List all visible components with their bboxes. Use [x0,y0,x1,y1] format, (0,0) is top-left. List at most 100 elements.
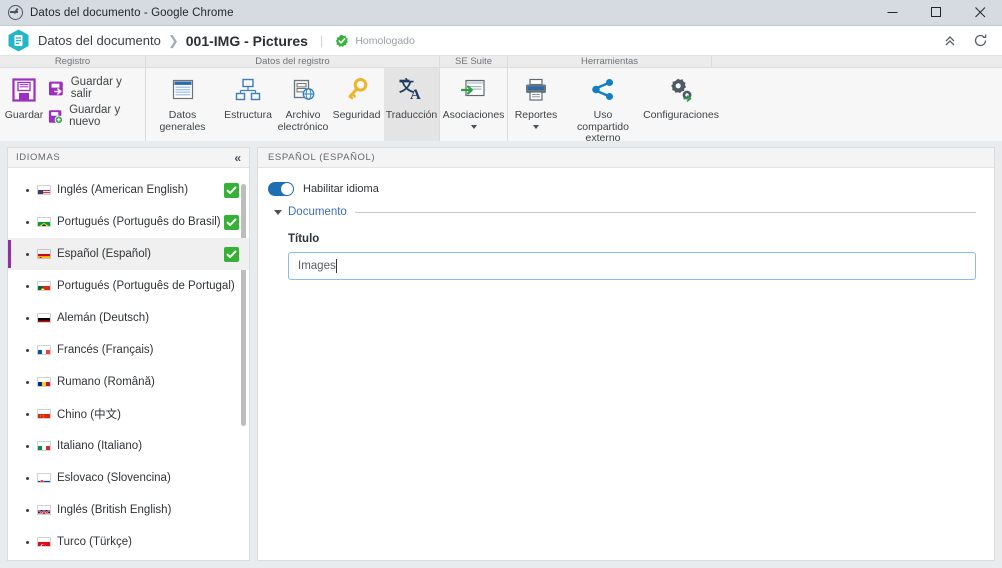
languages-sidebar: IDIOMAS « Inglés (American English) Portu… [7,147,250,561]
sidebar-item-4[interactable]: Alemán (Deutsch) [8,302,249,334]
sidebar-item-8[interactable]: Italiano (Italiano) [8,430,249,462]
panel-header: ESPAÑOL (ESPAÑOL) [258,148,994,168]
sidebar-item-1[interactable]: Portugués (Português do Brasil) [8,206,249,238]
sidebar-item-label: Alemán (Deutsch) [57,312,150,324]
language-list: Inglés (American English) Portugués (Port… [8,168,249,560]
sidebar-item-label: Turco (Türkçe) [57,536,132,548]
minimize-button[interactable] [870,0,914,26]
sidebar-item-11[interactable]: Turco (Türkçe) [8,526,249,558]
flag-us-icon [37,185,51,195]
uso-compartido-externo-label: Uso compartido externo [577,109,629,144]
flag-sk-icon [37,473,51,483]
hierarchy-icon [234,73,262,107]
tab-datos-generales[interactable]: Datos generales [146,68,219,145]
caret-down-icon[interactable] [274,209,282,215]
document-hexagon-icon [8,29,29,52]
header-actions [943,33,992,48]
bullet-icon [26,540,29,544]
enable-language-toggle[interactable] [268,182,294,196]
ribbon-body: Guardar Guardar y salir Guardar y nuevo … [0,68,1002,145]
chevron-down-icon[interactable] [533,124,539,129]
maximize-button[interactable] [914,0,958,26]
configuraciones-label: Configuraciones [643,109,719,121]
check-icon[interactable] [224,214,239,230]
bullet-icon [26,380,29,384]
tab-archivo-electronico-label: Archivo electrónico [277,109,329,133]
flag-de-icon [37,313,51,323]
sidebar-item-7[interactable]: Chino (中文) [8,398,249,430]
documento-section-header[interactable]: Documento [274,206,980,218]
window-form-icon [169,73,197,107]
titulo-input[interactable] [288,252,976,280]
sidebar-item-9[interactable]: Eslovaco (Slovencina) [8,462,249,494]
toggle-knob [281,183,293,195]
breadcrumb-separator-icon: ❯ [167,32,179,48]
tab-estructura-label: Estructura [224,109,272,121]
save-and-new-button[interactable]: Guardar y nuevo [48,104,145,128]
reportes-button[interactable]: Reportes [508,68,564,145]
gear-check-green-icon [336,34,349,47]
sidebar-item-label: Italiano (Italiano) [57,440,143,452]
check-icon[interactable] [224,246,239,262]
bullet-icon [26,444,29,448]
tab-traduccion[interactable]: 文 A Traducción [384,68,439,145]
sidebar-item-5[interactable]: Francés (Français) [8,334,249,366]
save-button[interactable]: Guardar [0,68,48,145]
tab-seguridad-label: Seguridad [332,109,381,121]
documento-section-title[interactable]: Documento [288,206,347,218]
save-exit-icon [48,81,63,95]
sidebar-item-2[interactable]: Español (Español) [8,238,249,270]
flag-es-icon [37,249,51,259]
ribbon-toolbar: Registro Datos del registro SE Suite Her… [0,56,1002,145]
sidebar-item-label: Francés (Français) [57,344,154,356]
documento-section: Documento Título [274,206,980,280]
sidebar-title: IDIOMAS [16,152,61,163]
sidebar-item-label: Rumano (Română) [57,376,155,388]
section-divider [354,211,976,213]
ribbon-group-headers: Registro Datos del registro SE Suite Her… [0,56,1002,68]
chrome-icon [8,5,23,20]
asociaciones-button[interactable]: Asociaciones [440,68,507,145]
bullet-icon [26,188,29,192]
sidebar-item-3[interactable]: Portugués (Português de Portugal) [8,270,249,302]
browser-window: Datos del documento - Google Chrome Dato… [0,0,1002,568]
bullet-icon [26,316,29,320]
sidebar-item-6[interactable]: Rumano (Română) [8,366,249,398]
bullet-icon [26,412,29,416]
content-area: IDIOMAS « Inglés (American English) Portu… [0,141,1002,568]
chevron-double-left-icon[interactable]: « [234,152,241,164]
configuraciones-button[interactable]: Configuraciones [642,68,720,145]
sidebar-item-label: Inglés (British English) [57,504,172,516]
tab-estructura[interactable]: Estructura [219,68,277,145]
close-button[interactable] [958,0,1002,26]
save-and-exit-label: Guardar y salir [70,76,122,100]
panel-title: ESPAÑOL (ESPAÑOL) [268,152,376,163]
ribbon-group-header-datos: Datos del registro [146,56,440,67]
sidebar-item-10[interactable]: Inglés (British English) [8,494,249,526]
floppy-disk-icon [10,73,38,107]
breadcrumb-root[interactable]: Datos del documento [38,33,161,48]
sidebar-item-label: Portugués (Português do Brasil) [57,216,221,228]
sidebar-item-label: Español (Español) [57,248,151,260]
tab-seguridad[interactable]: Seguridad [329,68,384,145]
save-and-exit-button[interactable]: Guardar y salir [48,76,145,100]
printer-icon [522,73,550,107]
check-icon[interactable] [224,182,239,198]
sidebar-header: IDIOMAS « [8,148,249,168]
chevron-down-icon[interactable] [470,124,477,129]
bullet-icon [26,476,29,480]
refresh-icon[interactable] [973,33,988,48]
window-controls [870,0,1002,26]
flag-br-icon [37,217,51,227]
titulo-input-wrap [288,252,976,280]
sidebar-item-0[interactable]: Inglés (American English) [8,174,249,206]
status-badge: Homologado [335,34,415,48]
window-title: Datos del documento - Google Chrome [30,6,234,19]
uso-compartido-externo-button[interactable]: Uso compartido externo [564,68,642,145]
panel-body: Habilitar idioma Documento Título [258,168,994,280]
titulo-label: Título [288,233,320,245]
chevron-double-up-icon[interactable] [943,34,957,48]
app-header: Datos del documento ❯ 001-IMG - Pictures… [0,26,1002,56]
tab-archivo-electronico[interactable]: Archivo electrónico [277,68,329,145]
enable-language-row: Habilitar idioma [268,182,980,196]
